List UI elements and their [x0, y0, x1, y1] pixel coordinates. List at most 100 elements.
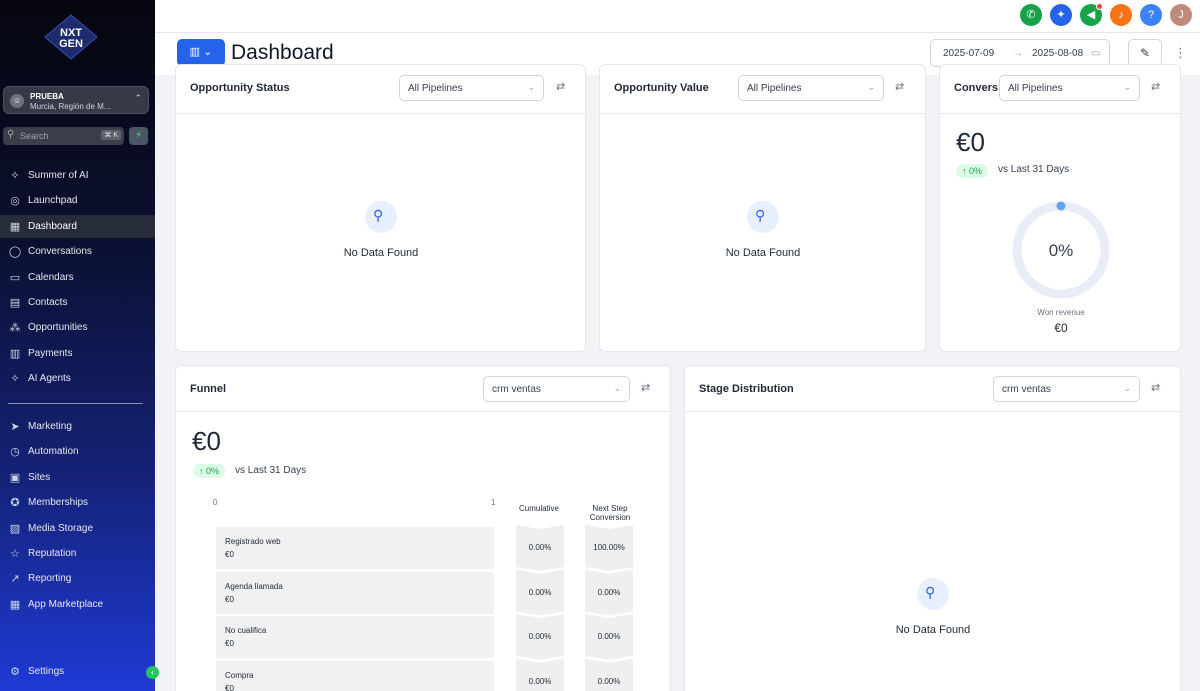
cumulative-header: Cumulative: [518, 504, 559, 513]
next-step-cell: 0.00%: [585, 658, 633, 691]
empty-state-text: No Data Found: [343, 247, 419, 259]
select-value: All Pipelines: [1008, 83, 1063, 94]
chevron-down-icon: ⌄: [867, 82, 875, 92]
pipeline-select[interactable]: crm ventas ⌄: [483, 376, 630, 402]
funnel-stage-row[interactable]: Agenda llamada €0: [216, 571, 494, 614]
stage-distribution-card: Stage Distribution crm ventas ⌄ ⇄ ⚲ No Da…: [684, 365, 1181, 691]
won-revenue-label: Won revenue: [1037, 308, 1085, 317]
change-badge: ↑ 0%: [956, 164, 989, 178]
sidebar-item-ai-agents[interactable]: ✧ AI Agents: [0, 367, 155, 390]
chevron-down-icon: ⌄: [527, 82, 535, 92]
collapse-sidebar-icon[interactable]: ‹: [146, 666, 159, 679]
search-input[interactable]: ⚲ Search ⌘ K: [3, 127, 124, 145]
bell-icon[interactable]: ♪: [1110, 4, 1132, 26]
more-options-icon[interactable]: ⋮: [1174, 45, 1187, 61]
sidebar-item-label: Settings: [28, 666, 65, 677]
sidebar-item-dashboard[interactable]: ▦ Dashboard: [0, 214, 155, 238]
chat-icon: ◯: [8, 246, 22, 259]
funnel-stage-row[interactable]: Registrado web €0: [216, 527, 494, 569]
comparison-text: vs Last 31 Days: [235, 465, 307, 476]
opportunity-status-card: Opportunity Status All Pipelines ⌄ ⇄ ⚲ No…: [175, 64, 586, 352]
account-location: Murcia, Región de M...: [30, 102, 111, 111]
sidebar-item-label: Launchpad: [28, 195, 78, 207]
trend-icon: ↗: [10, 573, 20, 586]
chevron-down-icon: ⌄: [613, 383, 621, 393]
sidebar-item-label: Marketing: [28, 421, 72, 432]
next-step-cell: 100.00%: [585, 525, 633, 571]
user-avatar[interactable]: J: [1170, 4, 1192, 26]
empty-state-text: No Data Found: [895, 624, 971, 636]
sidebar-item-label: Automation: [28, 446, 79, 458]
next-step-cell: 0.00%: [585, 614, 633, 660]
filter-icon[interactable]: ⇄: [641, 381, 650, 394]
magic-icon[interactable]: ✦: [1050, 4, 1072, 26]
funnel-stage-row[interactable]: No cualifica €0: [216, 616, 494, 658]
account-name: PRUEBA: [30, 92, 64, 101]
sidebar-item-marketing[interactable]: ➤ Marketing: [0, 415, 155, 438]
edit-dashboard-button[interactable]: ✎: [1128, 39, 1162, 67]
funnel-amount: €0: [192, 426, 221, 456]
select-value: All Pipelines: [747, 83, 802, 94]
star-icon: ☆: [10, 548, 20, 560]
sidebar-item-contacts[interactable]: ▤ Contacts: [0, 291, 155, 314]
funnel-stage-row[interactable]: Compra €0: [216, 660, 494, 691]
change-badge: ↑ 0%: [193, 464, 226, 478]
sidebar: NXT GEN ☺ PRUEBA Murcia, Región de M... …: [0, 0, 159, 691]
pipeline-select[interactable]: crm ventas ⌄: [993, 376, 1140, 402]
brand-logo[interactable]: NXT GEN: [44, 14, 98, 60]
pipeline-select[interactable]: All Pipelines ⌄: [999, 75, 1140, 101]
sidebar-item-payments[interactable]: ▥ Payments: [0, 342, 155, 365]
won-revenue-value: €0: [1054, 321, 1068, 335]
sidebar-item-label: Reporting: [28, 573, 72, 585]
sidebar-item-label: Media Storage: [28, 522, 94, 534]
media-icon: ▨: [9, 522, 21, 535]
layout-switch-button[interactable]: ▥ ⌄: [177, 39, 225, 66]
pipeline-select[interactable]: All Pipelines ⌄: [399, 75, 544, 101]
ring-value: 0%: [1049, 241, 1074, 260]
nav-divider: [8, 403, 143, 404]
sidebar-item-opportunities[interactable]: ⁂ Opportunities: [0, 316, 155, 339]
apps-icon: ▦: [9, 598, 21, 611]
sidebar-item-app-marketplace[interactable]: ▦ App Marketplace: [0, 593, 155, 616]
help-icon[interactable]: ?: [1140, 4, 1162, 26]
cumulative-cell: 0.00%: [516, 525, 564, 571]
date-from: 2025-07-09: [943, 48, 995, 59]
phone-icon[interactable]: ✆: [1020, 4, 1042, 26]
sidebar-item-memberships[interactable]: ✪ Memberships: [0, 491, 155, 514]
sidebar-item-label: Sites: [28, 471, 51, 483]
cumulative-cell: 0.00%: [516, 569, 564, 616]
account-switcher[interactable]: ☺ PRUEBA Murcia, Región de M... ⌃: [3, 86, 149, 114]
sidebar-item-automation[interactable]: ◷ Automation: [0, 440, 155, 463]
sidebar-item-label: Summer of AI: [28, 170, 89, 181]
cumulative-cell: 0.00%: [516, 614, 564, 660]
sidebar-item-settings[interactable]: ⚙ Settings: [0, 660, 155, 683]
card-title: Stage Distribution: [699, 383, 794, 395]
sidebar-item-summer-of-ai[interactable]: ✧ Summer of AI: [0, 164, 155, 187]
conversion-amount: €0: [956, 127, 985, 157]
card-title: Funnel: [190, 383, 227, 395]
quick-action-bolt-icon[interactable]: ⚡: [129, 127, 148, 145]
date-range-picker[interactable]: 2025-07-09 → 2025-08-08 ▭: [930, 39, 1110, 67]
filter-icon[interactable]: ⇄: [895, 80, 904, 93]
stage-value: €0: [225, 683, 234, 691]
sidebar-item-sites[interactable]: ▣ Sites: [0, 466, 155, 489]
filter-icon[interactable]: ⇄: [556, 80, 565, 93]
sidebar-item-conversations[interactable]: ◯ Conversations: [0, 240, 155, 263]
ai-agents-icon: ✧: [10, 373, 20, 386]
arrow-right-icon: →: [1013, 48, 1023, 59]
page-title: Dashboard: [231, 41, 334, 64]
megaphone-icon[interactable]: ◀: [1080, 3, 1103, 26]
sidebar-item-calendars[interactable]: ▭ Calendars: [0, 266, 155, 289]
pipeline-select[interactable]: All Pipelines ⌄: [738, 75, 884, 101]
sidebar-item-label: Contacts: [28, 297, 68, 308]
sidebar-item-launchpad[interactable]: ◎ Launchpad: [0, 189, 155, 212]
stage-value: €0: [225, 639, 234, 648]
sidebar-item-reporting[interactable]: ↗ Reporting: [0, 567, 155, 590]
sidebar-item-reputation[interactable]: ☆ Reputation: [0, 542, 155, 565]
sidebar-item-media-storage[interactable]: ▨ Media Storage: [0, 517, 155, 540]
opportunity-value-card: Opportunity Value All Pipelines ⌄ ⇄ ⚲ No …: [599, 64, 926, 352]
ring-marker: [1056, 201, 1066, 211]
filter-icon[interactable]: ⇄: [1151, 80, 1160, 93]
filter-icon[interactable]: ⇄: [1151, 381, 1160, 394]
sidebar-item-label: Opportunities: [28, 322, 88, 334]
